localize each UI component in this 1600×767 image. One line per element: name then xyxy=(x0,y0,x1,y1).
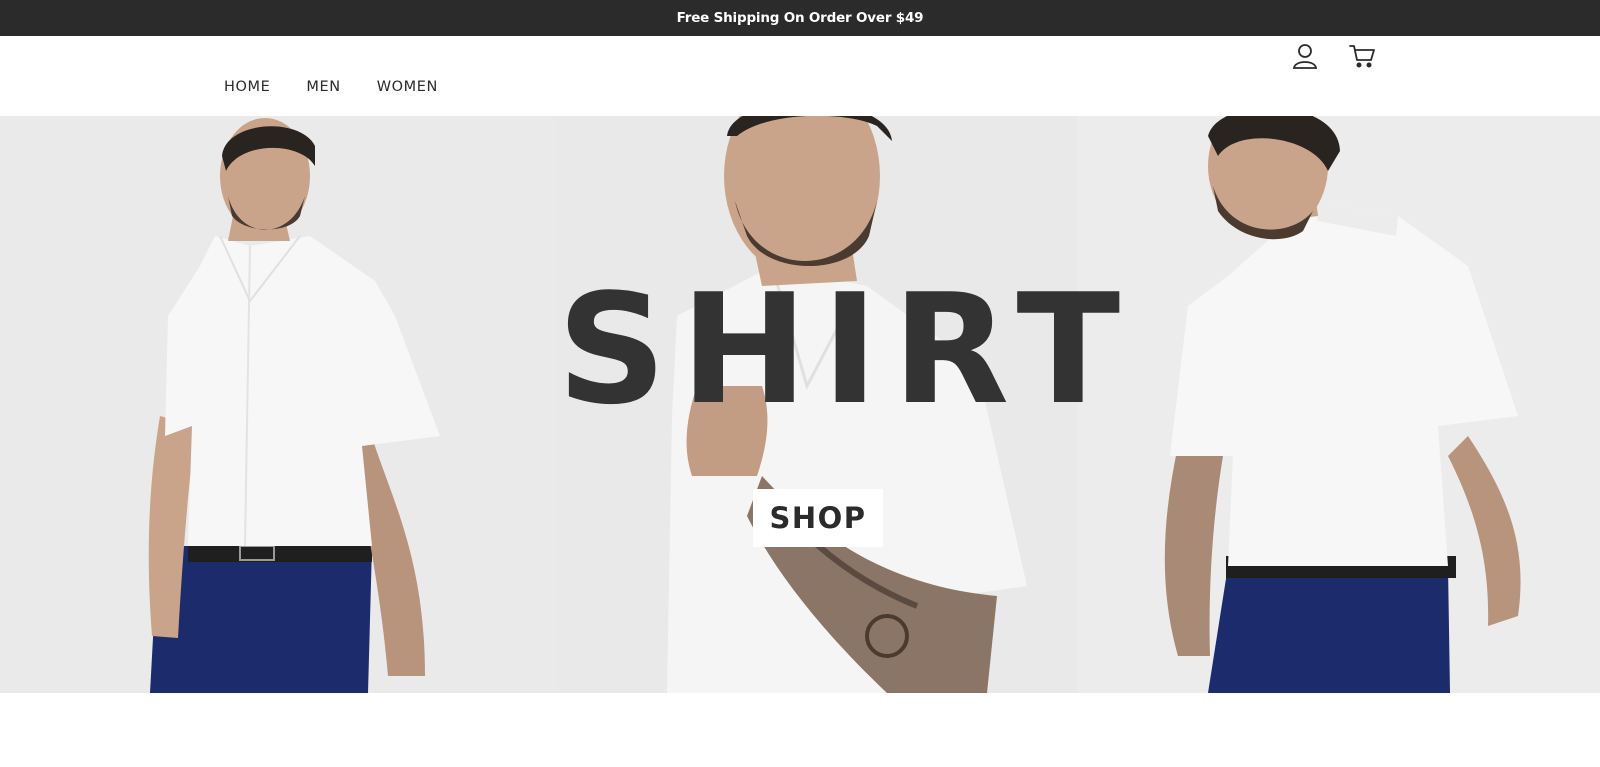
cart-button[interactable] xyxy=(1346,40,1378,72)
account-button[interactable] xyxy=(1289,40,1321,72)
cart-icon xyxy=(1349,45,1375,68)
announcement-text: Free Shipping On Order Over $49 xyxy=(676,10,924,26)
announcement-bar: Free Shipping On Order Over $49 xyxy=(0,0,1600,36)
nav-home[interactable]: HOME xyxy=(224,79,270,95)
shop-button[interactable]: SHOP xyxy=(753,489,883,547)
nav-women[interactable]: WOMEN xyxy=(377,79,438,95)
hero-image-front xyxy=(0,116,557,693)
user-icon xyxy=(1292,44,1318,69)
main-nav: HOME MEN WOMEN xyxy=(224,79,474,95)
nav-men[interactable]: MEN xyxy=(306,79,340,95)
hero-image-back xyxy=(1078,116,1600,693)
site-header: HOME MEN WOMEN xyxy=(0,36,1600,116)
hero-title: SHIRT xyxy=(557,261,1135,438)
hero-banner: SHIRT SHOP xyxy=(0,116,1600,693)
